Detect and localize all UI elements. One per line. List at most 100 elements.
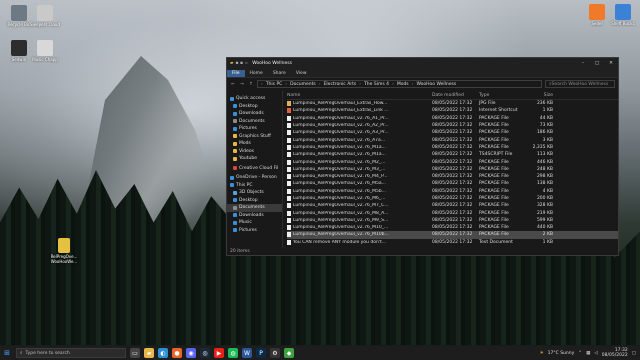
file-icon: [287, 174, 291, 180]
taskbar-task-view-icon[interactable]: ▭: [130, 348, 140, 358]
file-row[interactable]: Lumpinou_RelPregOverhaul_v2.76_M5a... 08/…: [287, 180, 618, 187]
desktop-zip-icon[interactable]: RelPregOve... WooHooWe...: [50, 238, 78, 264]
file-row[interactable]: You CAN remove ANY module you don't... 08…: [287, 239, 618, 246]
nav-item[interactable]: Music: [227, 219, 282, 227]
file-row[interactable]: Lumpinou_RelPregOverhaul_Extras_Link ...…: [287, 107, 618, 114]
ribbon-tab-view[interactable]: View: [291, 70, 312, 77]
nav-item[interactable]: Quick access: [227, 95, 282, 103]
taskbar-explorer-icon[interactable]: ▰: [144, 348, 154, 358]
file-size: 138 KB: [536, 181, 553, 187]
taskbar-sims-icon[interactable]: ◆: [284, 348, 294, 358]
close-button[interactable]: ✕: [604, 61, 618, 66]
breadcrumb-item[interactable]: This PC: [266, 82, 282, 87]
taskbar-edge-icon[interactable]: ◐: [158, 348, 168, 358]
nav-item[interactable]: Desktop: [227, 197, 282, 205]
file-date: 08/05/2022 17:32: [432, 203, 473, 209]
nav-item[interactable]: This PC: [227, 182, 282, 190]
taskbar-steam-icon[interactable]: ◎: [200, 348, 210, 358]
file-row[interactable]: Lumpinou_RelPregOverhaul_v2.76_M3_... 08/…: [287, 166, 618, 173]
file-row[interactable]: Lumpinou_RelPregOverhaul_v2.76_A2_Pr... 0…: [287, 122, 618, 129]
column-type[interactable]: Type: [479, 93, 523, 98]
taskbar-firefox-icon[interactable]: ●: [172, 348, 182, 358]
file-date: 08/05/2022 17:32: [432, 210, 473, 216]
nav-item[interactable]: Videos: [227, 148, 282, 156]
address-bar[interactable]: › This PC › Documents › Electronic Arts › The S…: [257, 80, 542, 88]
file-row[interactable]: Lumpinou_RelPregOverhaul_v2.76_M4_P... 08…: [287, 173, 618, 180]
file-row[interactable]: Lumpinou_RelPregOverhaul_v2.76_M9_S... 08…: [287, 217, 618, 224]
file-row[interactable]: Lumpinou_RelPregOverhaul_v2.76_M5b... 08/…: [287, 188, 618, 195]
taskbar-search[interactable]: ⌕ Type here to search: [16, 348, 126, 358]
breadcrumb-item[interactable]: Electronic Arts: [324, 82, 357, 87]
file-row[interactable]: Lumpinou_RelPregOverhaul_v2.76_M8_A... 08…: [287, 209, 618, 216]
file-row[interactable]: Lumpinou_RelPregOverhaul_v2.76_M6_... 08/…: [287, 195, 618, 202]
nav-item[interactable]: OneDrive - Person: [227, 174, 282, 182]
breadcrumb-item[interactable]: Documents: [290, 82, 316, 87]
taskbar-word-icon[interactable]: W: [242, 348, 252, 358]
search-box[interactable]: ⌕ Search WooHoo Wellness: [545, 80, 615, 88]
ribbon-tab-share[interactable]: Share: [268, 70, 291, 77]
file-row[interactable]: Lumpinou_RelPregOverhaul_v2.76_A3_Pr... 0…: [287, 129, 618, 136]
nav-item[interactable]: Documents: [227, 204, 282, 212]
notifications-icon[interactable]: ▢: [632, 351, 636, 356]
maximize-button[interactable]: □: [590, 61, 604, 66]
desktop-icon[interactable]: Sleepers Cloud: [30, 5, 60, 27]
nav-item-icon: [233, 213, 237, 218]
nav-item-label: OneDrive - Person: [236, 175, 277, 181]
column-size[interactable]: Size: [523, 93, 553, 98]
back-icon[interactable]: ←: [230, 82, 236, 87]
nav-item[interactable]: Downloads: [227, 110, 282, 118]
file-row[interactable]: Lumpinou_RelPregOverhaul_v2.76_A1_Pr... 0…: [287, 115, 618, 122]
ribbon-tab-home[interactable]: Home: [245, 70, 268, 77]
quick-access-toolbar[interactable]: ▪ ▪ =: [235, 61, 248, 66]
nav-item[interactable]: Mods: [227, 140, 282, 148]
start-button[interactable]: ⊞: [0, 349, 14, 357]
nav-item[interactable]: Graphics Stuff: [227, 133, 282, 141]
nav-item-icon: [233, 198, 237, 203]
nav-item[interactable]: Documents: [227, 118, 282, 126]
desktop-icon[interactable]: Sedel: [584, 4, 610, 26]
file-row[interactable]: Lumpinou_RelPregOverhaul_v2.76_M2_... 08/…: [287, 158, 618, 165]
file-row[interactable]: Lumpinou_RelPregOverhaul_v2.76_M10_... 08…: [287, 224, 618, 231]
nav-item-icon: [233, 228, 237, 233]
taskbar-settings-icon[interactable]: ⚙: [270, 348, 280, 358]
nav-item[interactable]: Youtube: [227, 155, 282, 163]
file-row[interactable]: Lumpinou_RelPregOverhaul_Extras_How... 08…: [287, 100, 618, 107]
weather-icon[interactable]: ☀: [540, 351, 544, 356]
file-row[interactable]: Lumpinou_RelPregOverhaul_v2.76_M1a... 08/…: [287, 144, 618, 151]
file-type: PACKAGE File: [479, 174, 509, 180]
up-icon[interactable]: ↑: [248, 82, 254, 87]
taskbar-photoshop-icon[interactable]: P: [256, 348, 266, 358]
breadcrumb-item[interactable]: WooHoo Wellness: [416, 82, 456, 87]
desktop-icon[interactable]: Music Chapp: [30, 40, 60, 62]
taskbar-youtube-icon[interactable]: ▶: [214, 348, 224, 358]
tray-chevron-icon[interactable]: ⌃: [578, 351, 582, 356]
breadcrumb-item[interactable]: Mods: [397, 82, 409, 87]
clock-date: 08/05/2022: [601, 353, 628, 358]
network-icon[interactable]: ▦: [586, 351, 590, 356]
taskbar-search-placeholder: Type here to search: [25, 350, 70, 356]
nav-item[interactable]: 3D Objects: [227, 189, 282, 197]
file-row[interactable]: Lumpinou_RelPregOverhaul_v2.76_M1a... 08/…: [287, 151, 618, 158]
file-row[interactable]: Lumpinou_RelPregOverhaul_v2.76_A7a... 08/…: [287, 136, 618, 143]
ribbon-tab-file[interactable]: File: [227, 69, 245, 77]
nav-item[interactable]: Pictures: [227, 125, 282, 133]
nav-item[interactable]: Creative Cloud Fil: [227, 165, 282, 173]
volume-icon[interactable]: ◁: [594, 351, 597, 356]
file-icon: [287, 210, 291, 216]
forward-icon[interactable]: →: [239, 82, 245, 87]
nav-item[interactable]: Downloads: [227, 212, 282, 220]
nav-item[interactable]: Pictures: [227, 227, 282, 235]
file-row[interactable]: Lumpinou_RelPregOverhaul_v2.76_M7_C... 08…: [287, 202, 618, 209]
column-name[interactable]: Name: [287, 93, 432, 98]
file-name: Lumpinou_RelPregOverhaul_Extras_How...: [293, 101, 388, 107]
nav-item[interactable]: Desktop: [227, 103, 282, 111]
column-date[interactable]: Date modified: [432, 93, 479, 98]
clock[interactable]: 17:32 08/05/2022: [602, 348, 628, 358]
desktop-icon[interactable]: Sheff Buckc: [610, 4, 636, 26]
taskbar-discord-icon[interactable]: ◉: [186, 348, 196, 358]
weather-text[interactable]: 17°C Sunny: [548, 351, 575, 356]
taskbar-spotify-icon[interactable]: ◍: [228, 348, 238, 358]
breadcrumb-item[interactable]: The Sims 4: [364, 82, 389, 87]
file-row[interactable]: Lumpinou_RelPregOverhaul_v2.76_M10b... 08…: [287, 231, 618, 239]
minimize-button[interactable]: –: [576, 61, 590, 66]
